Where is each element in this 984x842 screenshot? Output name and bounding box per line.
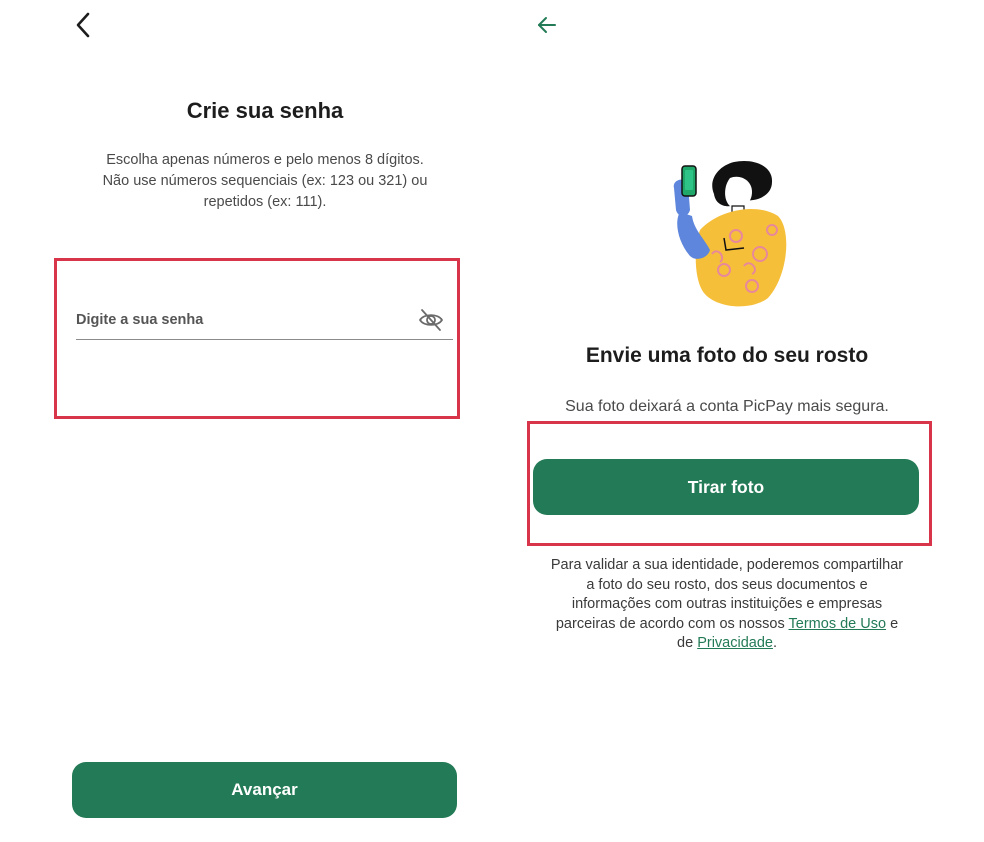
- instruction-line: Escolha apenas números e pelo menos 8 dí…: [106, 152, 424, 168]
- page-title: Crie sua senha: [186, 98, 344, 123]
- chevron-left-icon[interactable]: [70, 10, 98, 40]
- face-photo-screen: Envie uma foto do seu rosto Sua foto dei…: [500, 0, 984, 842]
- eye-off-icon[interactable]: [417, 306, 445, 334]
- password-instructions: Escolha apenas números e pelo menos 8 dí…: [50, 150, 480, 213]
- take-photo-button[interactable]: Tirar foto: [533, 459, 919, 515]
- instruction-line: repetidos (ex: 111).: [203, 194, 327, 210]
- instruction-line: Não use números sequenciais (ex: 123 ou …: [102, 173, 428, 189]
- password-placeholder: Digite a sua senha: [76, 312, 204, 328]
- create-password-screen: Crie sua senha Escolha apenas números e …: [0, 0, 500, 842]
- page-subtitle: Sua foto deixará a conta PicPay mais seg…: [565, 398, 889, 415]
- terms-of-use-link[interactable]: Termos de Uso: [789, 616, 887, 632]
- advance-button[interactable]: Avançar: [72, 762, 457, 818]
- page-title: Envie uma foto do seu rosto: [585, 344, 869, 367]
- arrow-left-icon[interactable]: [534, 12, 560, 38]
- legal-notice: Para validar a sua identidade, poderemos…: [550, 556, 904, 654]
- privacy-link[interactable]: Privacidade: [697, 635, 773, 651]
- selfie-illustration: [673, 160, 787, 307]
- legal-end: .: [772, 635, 777, 652]
- password-input[interactable]: Digite a sua senha: [76, 300, 453, 340]
